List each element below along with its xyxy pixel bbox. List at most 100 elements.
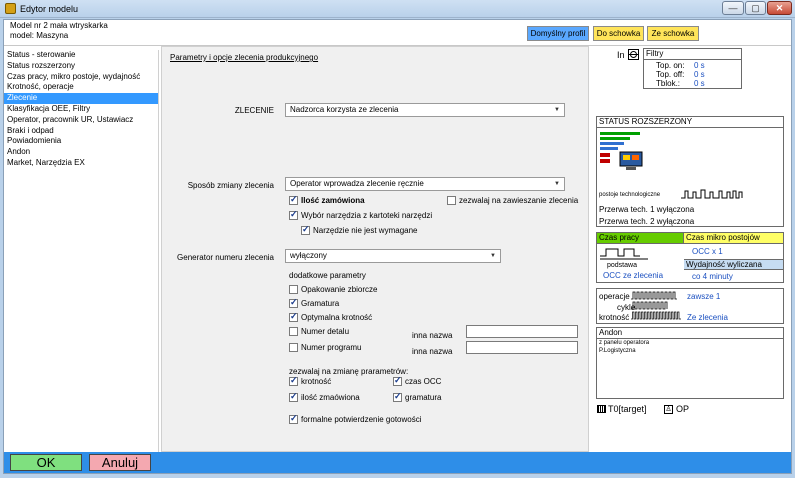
work-time-box[interactable]: Czas pracy Czas mikro postojów podstawa …: [596, 232, 784, 283]
break-1-status: Przerwa tech. 1 wyłączona: [599, 205, 695, 214]
to-clipboard-button[interactable]: Do schowka: [593, 26, 644, 41]
operations-label: operacje: [599, 292, 630, 301]
title-bar: Edytor modelu — ▢ ✕: [0, 0, 795, 18]
checkbox-label: Opakowanie zbiorcze: [301, 285, 378, 294]
break-2-status: Przerwa tech. 2 wyłączona: [599, 217, 695, 226]
nav-item-order[interactable]: Zlecenie: [4, 93, 158, 104]
program-number-checkbox[interactable]: Numer programu: [289, 343, 361, 352]
checkbox-label: Wybór narzędzia z kartoteki narzędzi: [301, 211, 433, 220]
allow-suspend-checkbox[interactable]: zezwalaj na zawieszanie zlecenia: [447, 196, 578, 205]
nav-item-work-time[interactable]: Czas pracy, mikro postoje, wydajność: [4, 72, 158, 83]
chevron-down-icon: ▼: [554, 181, 560, 187]
close-button[interactable]: ✕: [767, 1, 792, 15]
tblok-value: 0 s: [694, 79, 705, 88]
optimal-multiplicity-checkbox[interactable]: Optymalna krotność: [289, 311, 373, 322]
allow-weight-checkbox[interactable]: gramatura: [393, 391, 441, 402]
efficiency-value: co 4 minuty: [692, 272, 733, 281]
checkbox-box: [289, 327, 298, 336]
chevron-down-icon: ▼: [554, 107, 560, 113]
change-mode-select[interactable]: Operator wprowadza zlecenie ręcznie ▼: [285, 177, 565, 191]
generator-select[interactable]: wyłączony ▼: [285, 249, 501, 263]
checkbox-box: [289, 391, 298, 402]
model-name: Model nr 2 mała wtryskarka: [10, 21, 108, 30]
efficiency-header: Wydajność wyliczana: [684, 259, 783, 270]
order-mode-select[interactable]: Nadzorca korzysta ze zlecenia ▼: [285, 103, 565, 117]
filters-box[interactable]: Filtry Top. on: 0 s Top. off: 0 s Tblok.…: [643, 48, 742, 89]
section-link[interactable]: Parametry i opcje zlecenia produkcyjnego: [170, 53, 318, 62]
top-on-label: Top. on:: [656, 61, 685, 70]
from-clipboard-button[interactable]: Ze schowka: [647, 26, 699, 41]
formal-confirmation-checkbox[interactable]: formalne potwierdzenie gotowości: [289, 413, 422, 424]
bottom-bar: OK Anuluj: [4, 452, 791, 473]
micro-stops-header: Czas mikro postojów: [684, 233, 783, 244]
other-name-label-1: inna nazwa: [412, 331, 453, 340]
checkbox-label: zezwalaj na zawieszanie zlecenia: [459, 196, 579, 205]
checkbox-box: [289, 311, 298, 322]
checkbox-box: [289, 375, 298, 386]
status-extended-box[interactable]: STATUS ROZSZERZONY postoje technologiczn…: [596, 116, 784, 227]
minimize-button[interactable]: —: [722, 1, 744, 15]
nav-item-multiplicity[interactable]: Krotność, operacje: [4, 82, 158, 93]
packaging-checkbox[interactable]: Opakowanie zbiorcze: [289, 285, 377, 294]
detail-number-checkbox[interactable]: Numer detalu: [289, 327, 349, 336]
checkbox-box: [393, 375, 402, 386]
operator-label: OP: [676, 404, 690, 414]
weight-checkbox[interactable]: Gramatura: [289, 297, 340, 308]
occ-from-order-value: OCC ze zlecenia: [603, 271, 664, 280]
detail-number-alias-input[interactable]: [466, 325, 578, 338]
quantity-checkbox[interactable]: Ilość zamówiona: [289, 194, 365, 205]
tool-select-checkbox[interactable]: Wybór narzędzia z kartoteki narzędzi: [289, 209, 433, 220]
generator-label: Generator numeru zlecenia: [177, 253, 274, 262]
input-label: In: [617, 50, 625, 60]
nav-item-andon[interactable]: Andon: [4, 147, 158, 158]
nav-item-operator[interactable]: Operator, pracownik UR, Ustawiacz: [4, 115, 158, 126]
allow-quantity-checkbox[interactable]: ilość zmaówiona: [289, 391, 360, 402]
program-number-alias-input[interactable]: [466, 341, 578, 354]
generator-value: wyłączony: [290, 251, 327, 260]
cycles-waveform-icon: [631, 301, 668, 310]
andon-box[interactable]: Andon z panelu operatora P.Logistyczna: [596, 327, 784, 399]
work-time-waveform-icon: [600, 248, 648, 260]
checkbox-label: Narzędzie nie jest wymagane: [313, 226, 418, 235]
maximize-button[interactable]: ▢: [745, 1, 766, 15]
cancel-button[interactable]: Anuluj: [89, 454, 151, 471]
checkbox-label: krotność: [301, 377, 332, 386]
chevron-down-icon: ▼: [490, 253, 496, 259]
work-time-header: Czas pracy: [597, 233, 684, 244]
nav-item-oee[interactable]: Klasyfikacja OEE, Filtry: [4, 104, 158, 115]
status-preview-panel: In Filtry Top. on: 0 s Top. off: 0 s Tbl…: [591, 46, 791, 452]
checkbox-box: [289, 285, 298, 294]
default-profile-button[interactable]: Domyślny profil: [527, 26, 589, 41]
nav-item-notifications[interactable]: Powiadomienia: [4, 136, 158, 147]
nav-item-status-extended[interactable]: Status rozszerzony: [4, 61, 158, 72]
model-header: Model nr 2 mała wtryskarka model: Maszyn…: [4, 20, 791, 46]
checkbox-label: Numer detalu: [301, 327, 350, 336]
other-name-label-2: inna nazwa: [412, 347, 453, 356]
target-indicator[interactable]: T0[target]: [597, 404, 647, 414]
top-off-value: 0 s: [694, 70, 705, 79]
ok-button[interactable]: OK: [10, 454, 82, 471]
checkbox-label: Optymalna krotność: [301, 313, 373, 322]
tblok-label: Tblok.:: [656, 79, 681, 88]
operations-waveform-icon: [631, 291, 677, 300]
checkbox-box: [289, 209, 298, 220]
tool-not-required-checkbox[interactable]: Narzędzie nie jest wymagane: [301, 224, 418, 235]
allow-occ-checkbox[interactable]: czas OCC: [393, 375, 441, 386]
allow-multiplicity-checkbox[interactable]: krotność: [289, 375, 332, 386]
checkbox-label: Gramatura: [301, 299, 340, 308]
checkbox-label: Ilość zamówiona: [301, 196, 365, 205]
machine-model: model: Maszyna: [10, 31, 69, 40]
base-label: podstawa: [607, 262, 637, 269]
change-mode-label: Sposób zmiany zlecenia: [187, 181, 274, 190]
allow-change-label: zezwalaj na zmianę prarametrów:: [289, 367, 409, 376]
nav-item-waste[interactable]: Braki i odpad: [4, 126, 158, 137]
multiplicity-label: krotność: [599, 313, 630, 322]
target-label: T0[target]: [608, 404, 647, 414]
checkbox-box: [289, 194, 298, 205]
nav-item-status-control[interactable]: Status - sterowanie: [4, 50, 158, 61]
checkbox-box: [289, 413, 298, 424]
operations-box[interactable]: operacje zawsze 1 cykle krotność Ze zlec…: [596, 288, 784, 324]
operator-indicator[interactable]: ♙ OP: [664, 404, 689, 414]
input-indicator-icon[interactable]: [628, 49, 639, 60]
nav-item-market-tools[interactable]: Market, Narzędzia EX: [4, 158, 158, 169]
